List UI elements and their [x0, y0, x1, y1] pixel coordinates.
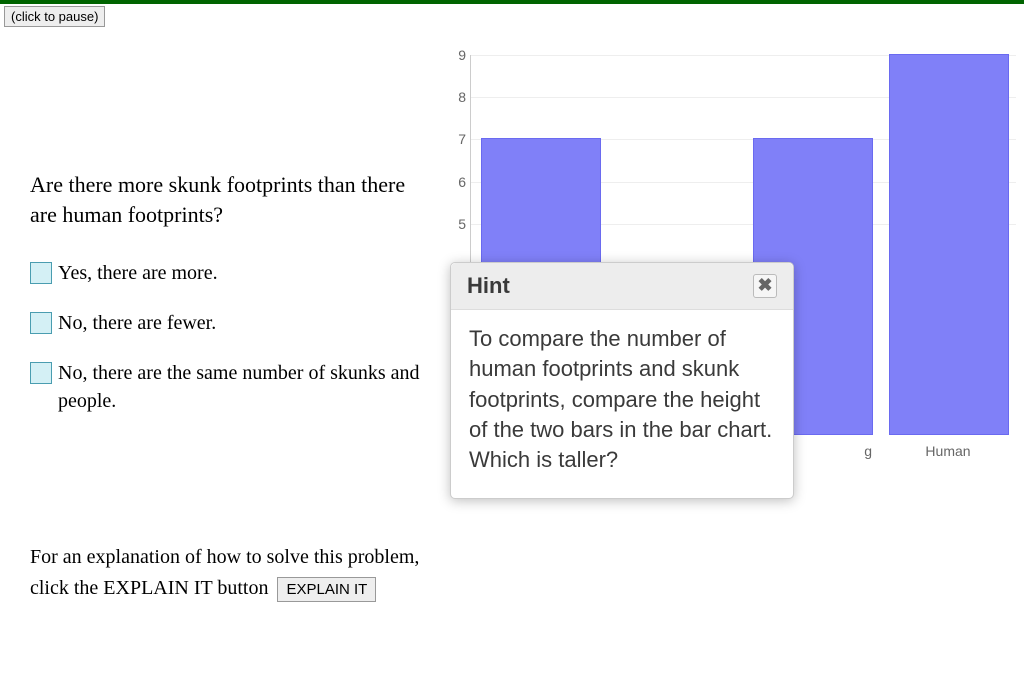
y-tick-label: 6	[458, 174, 466, 190]
option-3-checkbox[interactable]	[30, 362, 52, 384]
close-icon[interactable]: ✖	[753, 274, 777, 298]
hint-header: Hint ✖	[451, 263, 793, 310]
explain-it-button[interactable]: EXPLAIN IT	[277, 577, 376, 602]
option-1-checkbox[interactable]	[30, 262, 52, 284]
y-tick-label: 8	[458, 89, 466, 105]
option-1-label: Yes, there are more.	[58, 259, 218, 287]
hint-title: Hint	[467, 273, 510, 299]
hint-body-text: To compare the number of human footprint…	[451, 310, 793, 498]
y-tick-label: 5	[458, 216, 466, 232]
x-label-human: Human	[888, 443, 1008, 459]
hint-popup: Hint ✖ To compare the number of human fo…	[450, 262, 794, 499]
option-3-label: No, there are the same number of skunks …	[58, 359, 430, 415]
question-text: Are there more skunk footprints than the…	[30, 170, 430, 229]
option-row-3: No, there are the same number of skunks …	[30, 359, 430, 415]
question-panel: Are there more skunk footprints than the…	[30, 170, 430, 437]
window-top-border	[0, 0, 1024, 4]
pause-button[interactable]: (click to pause)	[4, 6, 105, 27]
y-tick-label: 7	[458, 131, 466, 147]
option-row-1: Yes, there are more.	[30, 259, 430, 287]
explain-block: For an explanation of how to solve this …	[30, 542, 435, 604]
bar-human	[889, 54, 1009, 435]
option-row-2: No, there are fewer.	[30, 309, 430, 337]
y-tick-label: 9	[458, 47, 466, 63]
option-2-checkbox[interactable]	[30, 312, 52, 334]
option-2-label: No, there are fewer.	[58, 309, 216, 337]
